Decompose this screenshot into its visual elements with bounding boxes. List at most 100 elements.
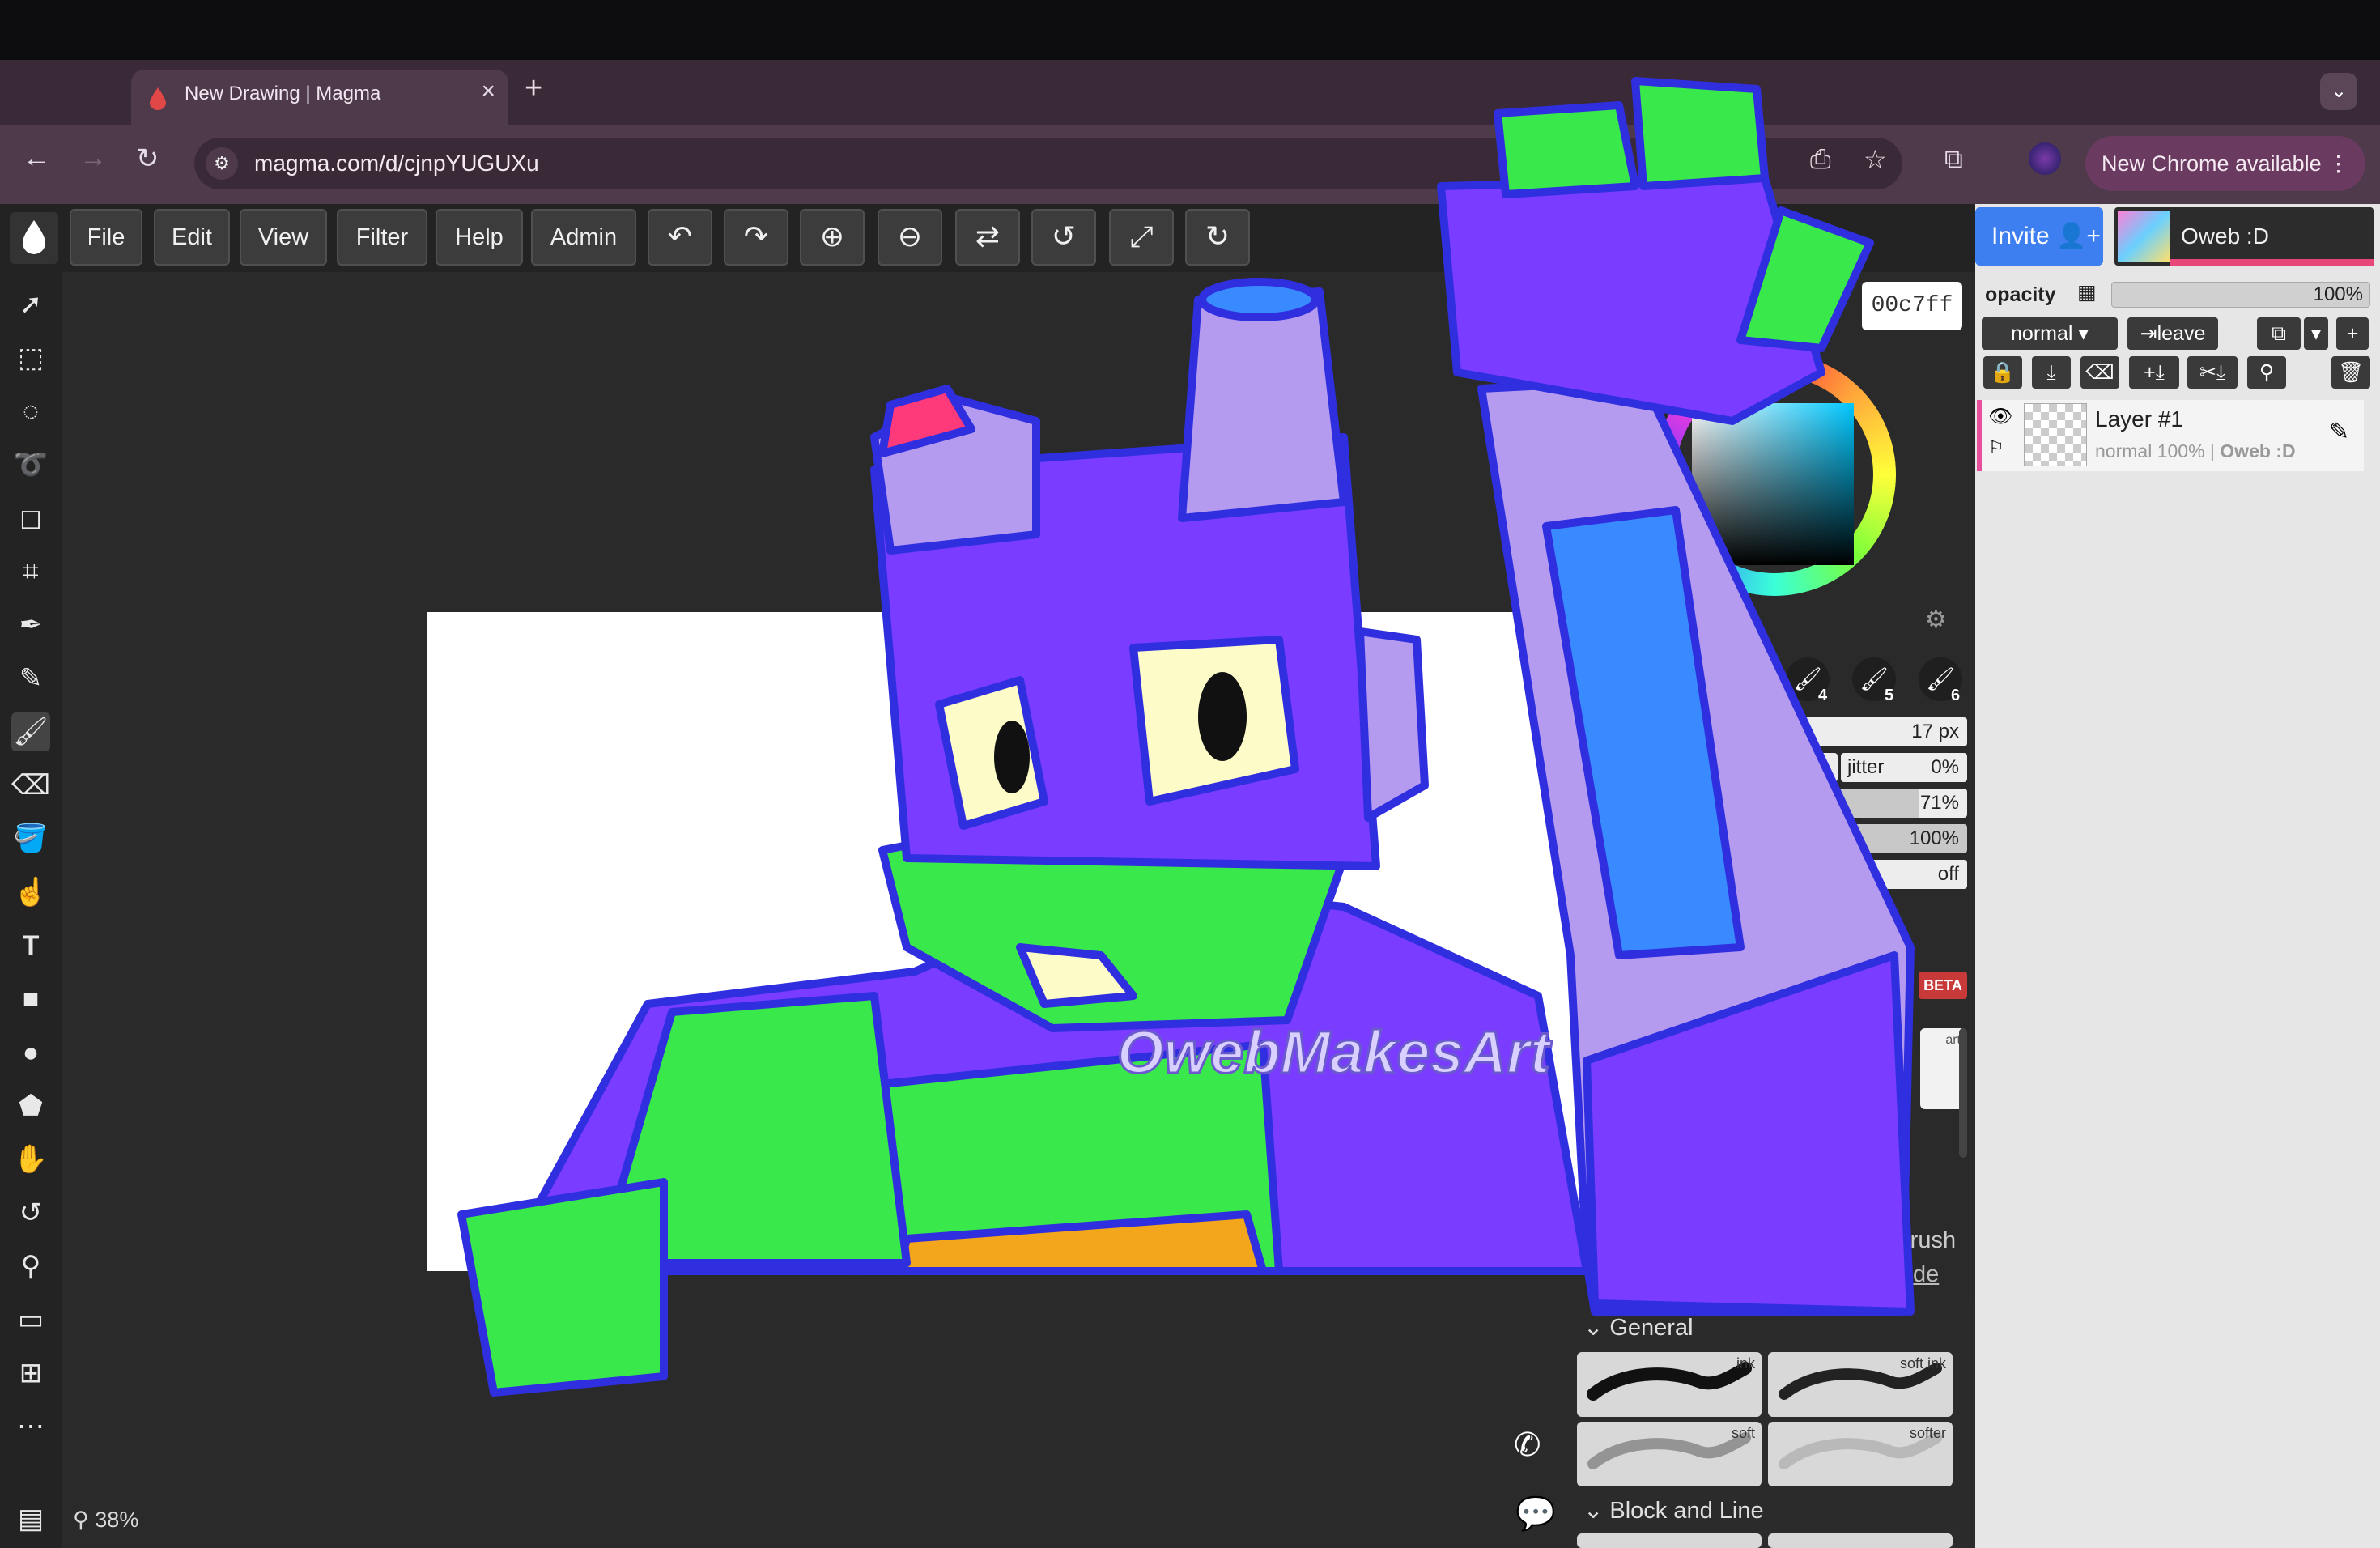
flip-icon[interactable]: ⇄: [955, 209, 1020, 266]
address-bar[interactable]: ⚙ magma.com/d/cjnpYUGUXu: [194, 138, 1902, 189]
comment-tool-icon[interactable]: ▭: [11, 1300, 50, 1339]
visibility-eye-icon[interactable]: 👁: [1988, 405, 2012, 428]
transform-tool-icon[interactable]: ◻: [11, 499, 50, 538]
rotate-left-icon[interactable]: ↺: [1031, 209, 1096, 266]
url-text: magma.com/d/cjnpYUGUXu: [254, 151, 539, 176]
text-tool-icon[interactable]: T: [11, 926, 50, 965]
add-clip-icon[interactable]: +⤓: [2129, 356, 2179, 389]
drawing-document[interactable]: [427, 612, 1583, 1271]
undo-icon[interactable]: ↶: [648, 209, 712, 266]
brush-opacity-slider[interactable]: 100%: [1749, 824, 1967, 853]
lock-layer-icon[interactable]: 🔒: [1983, 356, 2022, 389]
brush-scrollbar[interactable]: [1959, 1028, 1967, 1158]
menu-view[interactable]: View: [240, 209, 327, 266]
add-layer-icon[interactable]: +: [2336, 317, 2369, 350]
more-tools-icon[interactable]: ⋯: [11, 1407, 50, 1446]
zoom-tool-icon[interactable]: ⚲: [11, 1247, 50, 1286]
chrome-update-label: New Chrome available: [2102, 151, 2322, 176]
edit-layer-icon[interactable]: ✎: [2329, 418, 2349, 446]
redo-icon[interactable]: ↷: [724, 209, 788, 266]
brush-slot-5-number: 5: [1885, 687, 1894, 704]
layer-row[interactable]: 👁 ⚐ Layer #1 normal 100% | Oweb :D ✎: [1977, 400, 2364, 471]
section-block-and-line[interactable]: ⌄ Block and Line: [1583, 1496, 1764, 1525]
reset-rotation-icon[interactable]: ↻: [1185, 209, 1250, 266]
lasso-tool-icon[interactable]: ➰: [11, 445, 50, 484]
brush-size-slider[interactable]: 17 px: [1749, 717, 1967, 746]
forward-icon[interactable]: →: [79, 142, 107, 174]
layer-options-chevron-icon[interactable]: ▾: [2304, 317, 2328, 350]
zoom-in-icon[interactable]: ⊕: [800, 209, 865, 266]
timeline-icon[interactable]: ▤: [11, 1499, 50, 1538]
reload-icon[interactable]: ↻: [136, 142, 159, 175]
extensions-icon[interactable]: ⧉: [1944, 144, 1963, 175]
chrome-menu-icon[interactable]: ⋮: [2327, 136, 2349, 191]
rotate-view-tool-icon[interactable]: ↺: [11, 1193, 50, 1232]
leave-label: leave: [2157, 322, 2206, 345]
tab-close-icon[interactable]: ×: [481, 78, 495, 105]
brush-preset-soft-ink[interactable]: soft ink: [1768, 1352, 1953, 1417]
site-info-icon[interactable]: ⚙: [206, 147, 238, 180]
brush-preset-partial-1[interactable]: [1577, 1533, 1762, 1548]
brush-flow-slider[interactable]: 71%: [1749, 789, 1967, 818]
zoom-out-icon[interactable]: ⊖: [878, 209, 942, 266]
ellipse-tool-icon[interactable]: ●: [11, 1033, 50, 1072]
brush-preset-softer[interactable]: softer: [1768, 1422, 1953, 1486]
delete-layer-icon[interactable]: 🗑: [2331, 356, 2370, 389]
rectangle-tool-icon[interactable]: ■: [11, 980, 50, 1019]
magma-logo-icon[interactable]: [10, 212, 58, 264]
upgrade-link[interactable]: Upgrade: [1849, 1261, 1939, 1288]
clear-layer-icon[interactable]: ⌫: [2080, 356, 2119, 389]
stabilizer-slider[interactable]: off: [1749, 860, 1967, 889]
fullscreen-icon[interactable]: ⤢: [1109, 209, 1174, 266]
gradient-tool-icon[interactable]: ⊞: [11, 1354, 50, 1393]
section-general[interactable]: ⌄ General: [1583, 1313, 1694, 1342]
brush-spacing-slider[interactable]: 45%: [1749, 753, 1838, 782]
menu-filter[interactable]: Filter: [337, 209, 427, 266]
menu-edit[interactable]: Edit: [154, 209, 230, 266]
color-hex-field[interactable]: 00c7ff: [1862, 282, 1962, 330]
blend-mode-select[interactable]: normal ▾: [1982, 317, 2118, 350]
fill-tool-icon[interactable]: 🪣: [11, 819, 50, 858]
hand-tool-icon[interactable]: ✋: [11, 1140, 50, 1179]
section-general-label: General: [1609, 1315, 1694, 1341]
jitter-slider[interactable]: jitter 0%: [1841, 753, 1967, 782]
rect-select-tool-icon[interactable]: ⬚: [11, 338, 50, 377]
layer-opacity-slider[interactable]: 100%: [2111, 282, 2370, 308]
brush-preset-ink[interactable]: ink: [1577, 1352, 1762, 1417]
chat-icon[interactable]: 💬: [1515, 1495, 1556, 1533]
new-chrome-available-button[interactable]: New Chrome available ⋮: [2085, 136, 2365, 191]
merge-down-icon[interactable]: ⤓: [2032, 356, 2071, 389]
user-badge[interactable]: Oweb :D: [2114, 207, 2374, 266]
transparency-icon[interactable]: ▦: [2077, 280, 2097, 304]
color-settings-gear-icon[interactable]: ⚙: [1925, 606, 1947, 634]
search-layer-icon[interactable]: ⚲: [2247, 356, 2286, 389]
smudge-tool-icon[interactable]: ☝: [11, 873, 50, 912]
brush-preset-partial-2[interactable]: [1768, 1533, 1953, 1548]
eraser-tool-icon[interactable]: ⌫: [11, 766, 50, 805]
menu-admin[interactable]: Admin: [531, 209, 636, 266]
browser-tab[interactable]: New Drawing | Magma ×: [131, 70, 508, 125]
call-icon[interactable]: ✆: [1514, 1427, 1541, 1464]
crop-tool-icon[interactable]: ⌗: [11, 552, 50, 591]
cut-clip-icon[interactable]: ✂⤓: [2187, 356, 2238, 389]
leave-button[interactable]: ⇥leave: [2127, 317, 2218, 350]
tab-search-button[interactable]: ⌄: [2320, 73, 2357, 110]
menu-file[interactable]: File: [70, 209, 142, 266]
bookmark-star-icon[interactable]: ☆: [1864, 144, 1887, 175]
move-tool-icon[interactable]: ➚: [11, 285, 50, 324]
profile-avatar[interactable]: [2029, 142, 2061, 175]
user-name: Oweb :D: [2181, 223, 2269, 249]
brush-tool-icon[interactable]: 🖌: [11, 712, 50, 751]
duplicate-layer-icon[interactable]: ⧉: [2257, 317, 2301, 350]
back-icon[interactable]: ←: [23, 142, 50, 174]
new-tab-button[interactable]: +: [525, 71, 542, 106]
install-app-icon[interactable]: ⎙: [1810, 144, 1831, 175]
invite-button[interactable]: Invite 👤+: [1975, 207, 2103, 266]
menu-help[interactable]: Help: [436, 209, 523, 266]
color-sv-square[interactable]: [1692, 403, 1854, 565]
shape-tool-icon[interactable]: ⬟: [11, 1087, 50, 1125]
eyedropper-tool-icon[interactable]: ✒: [11, 606, 50, 644]
brush-preset-soft[interactable]: soft: [1577, 1422, 1762, 1486]
ellipse-select-tool-icon[interactable]: ◌: [11, 392, 50, 431]
pencil-tool-icon[interactable]: ✎: [11, 659, 50, 698]
